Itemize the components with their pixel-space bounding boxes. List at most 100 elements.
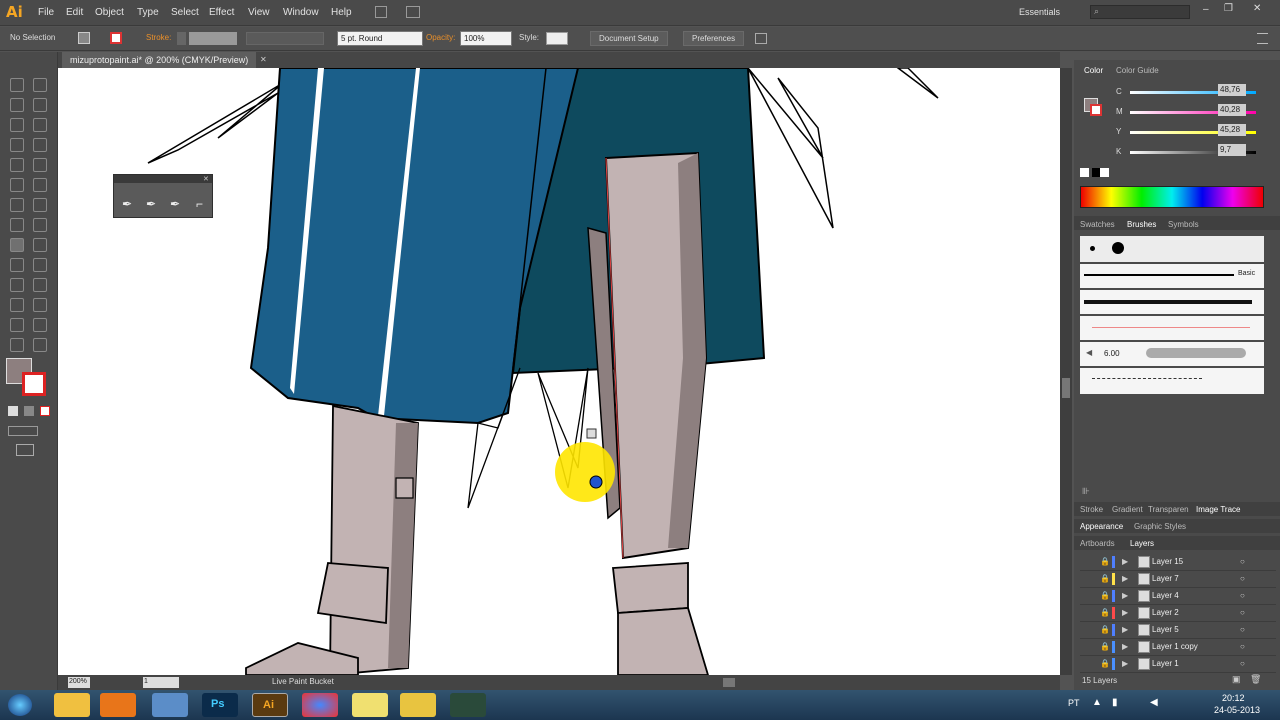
free-transform-tool-icon[interactable] [33, 218, 47, 232]
preferences-button[interactable]: Preferences [683, 31, 745, 46]
layer-name[interactable]: Layer 1 [1152, 659, 1179, 668]
tab-stroke[interactable]: Stroke [1080, 505, 1103, 514]
variable-width-profile[interactable] [246, 32, 324, 45]
blend-tool-icon[interactable] [33, 278, 47, 292]
none-mode-icon[interactable] [40, 406, 50, 416]
brush-tip-large[interactable] [1112, 242, 1124, 254]
layer-lock-icon[interactable]: 🔒 [1100, 659, 1110, 668]
layer-row[interactable]: 🔒 ▶ Layer 7 ○ [1080, 571, 1276, 588]
layer-expand-icon[interactable]: ▶ [1122, 608, 1128, 617]
slice-tool-icon[interactable] [33, 318, 47, 332]
menu-edit[interactable]: Edit [66, 7, 83, 18]
pen-tool-icon[interactable]: ✒ [122, 197, 132, 211]
channel-m-value[interactable]: 40,28 [1218, 104, 1246, 116]
layer-name[interactable]: Layer 5 [1152, 625, 1179, 634]
symbol-sprayer-tool-icon[interactable] [10, 298, 24, 312]
brush-definition-dropdown[interactable]: 5 pt. Round [337, 31, 423, 46]
layer-expand-icon[interactable]: ▶ [1122, 591, 1128, 600]
layer-lock-icon[interactable]: 🔒 [1100, 557, 1110, 566]
workspace-switcher[interactable]: Essentials [1019, 7, 1060, 17]
none-color-icon[interactable] [1080, 168, 1089, 177]
layer-target-icon[interactable]: ○ [1240, 642, 1245, 651]
rectangle-tool-icon[interactable] [33, 138, 47, 152]
lasso-tool-icon[interactable] [33, 98, 47, 112]
draw-mode-icon[interactable] [8, 426, 38, 436]
layer-lock-icon[interactable]: 🔒 [1100, 608, 1110, 617]
menu-type[interactable]: Type [137, 7, 159, 18]
shape-builder-tool-icon[interactable] [10, 238, 24, 252]
color-spectrum[interactable] [1080, 186, 1264, 208]
menu-help[interactable]: Help [331, 7, 352, 18]
blob-brush-tool-icon[interactable] [10, 178, 24, 192]
tab-color[interactable]: Color [1084, 66, 1103, 75]
brush-libraries-icon[interactable]: ⊪ [1082, 486, 1090, 497]
chrome-icon[interactable] [302, 693, 338, 717]
brush-arrow-row[interactable] [1080, 316, 1264, 340]
brush-tip-small[interactable] [1090, 246, 1095, 251]
layer-row[interactable]: 🔒 ▶ Layer 5 ○ [1080, 622, 1276, 639]
eraser-tool-icon[interactable] [33, 178, 47, 192]
layer-lock-icon[interactable]: 🔒 [1100, 591, 1110, 600]
fill-swatch[interactable] [78, 32, 90, 44]
layer-name[interactable]: Layer 2 [1152, 608, 1179, 617]
horizontal-scrollbar[interactable]: 200% 1 Live Paint Bucket [58, 675, 1060, 690]
layer-row[interactable]: 🔒 ▶ Layer 1 copy ○ [1080, 639, 1276, 656]
column-graph-tool-icon[interactable] [33, 298, 47, 312]
new-layer-icon[interactable]: ▣ [1232, 674, 1241, 685]
paintbrush-tool-icon[interactable] [10, 158, 24, 172]
type-tool-icon[interactable] [33, 118, 47, 132]
layer-row[interactable]: 🔒 ▶ Layer 1 ○ [1080, 656, 1276, 673]
vertical-scrollbar[interactable] [1060, 68, 1072, 675]
channel-c-value[interactable]: 48,76 [1218, 84, 1246, 96]
menu-file[interactable]: File [38, 7, 54, 18]
layer-target-icon[interactable]: ○ [1240, 591, 1245, 600]
bridge-icon[interactable] [375, 6, 387, 18]
layer-lock-icon[interactable]: 🔒 [1100, 642, 1110, 651]
layer-expand-icon[interactable]: ▶ [1122, 574, 1128, 583]
layer-row[interactable]: 🔒 ▶ Layer 4 ○ [1080, 588, 1276, 605]
vertical-scroll-thumb[interactable] [1062, 378, 1070, 398]
document-tab[interactable]: mizuprotopaint.ai* @ 200% (CMYK/Preview) [62, 52, 257, 68]
close-document-icon[interactable]: ✕ [260, 55, 267, 64]
tab-symbols[interactable]: Symbols [1168, 220, 1199, 229]
tab-appearance[interactable]: Appearance [1080, 522, 1123, 531]
menu-object[interactable]: Object [95, 7, 124, 18]
arrange-documents-icon[interactable] [406, 6, 420, 18]
color-stroke-icon[interactable] [1090, 104, 1102, 116]
menu-effect[interactable]: Effect [209, 7, 234, 18]
stroke-swatch[interactable] [110, 32, 122, 44]
layer-name[interactable]: Layer 4 [1152, 591, 1179, 600]
layer-expand-icon[interactable]: ▶ [1122, 557, 1128, 566]
opacity-label[interactable]: Opacity: [426, 33, 455, 42]
tray-arrow-icon[interactable]: ▲ [1092, 697, 1102, 708]
menu-window[interactable]: Window [283, 7, 319, 18]
width-tool-icon[interactable] [10, 218, 24, 232]
explorer-icon[interactable] [54, 693, 90, 717]
tray-volume-icon[interactable]: ◀ [1150, 697, 1158, 708]
channel-y-value[interactable]: 45,28 [1218, 124, 1246, 136]
layer-expand-icon[interactable]: ▶ [1122, 642, 1128, 651]
layer-name[interactable]: Layer 1 copy [1152, 642, 1198, 651]
artboard-canvas[interactable] [58, 68, 1060, 675]
screen-mode-icon[interactable] [16, 444, 34, 456]
pencil-tool-icon[interactable] [33, 158, 47, 172]
minimize-icon[interactable]: – [1203, 4, 1209, 15]
photoshop-icon[interactable]: Ps [202, 693, 238, 717]
media-player-icon[interactable] [100, 693, 136, 717]
pen-tool-icon[interactable] [10, 118, 24, 132]
palette-close-icon[interactable]: ✕ [203, 175, 209, 183]
start-button-icon[interactable] [8, 694, 32, 716]
clock-time[interactable]: 20:12 [1222, 693, 1245, 703]
close-icon[interactable]: ✕ [1253, 3, 1261, 14]
layer-lock-icon[interactable]: 🔒 [1100, 574, 1110, 583]
hand-tool-icon[interactable] [10, 338, 24, 352]
line-tool-icon[interactable] [10, 138, 24, 152]
artboard-number-field[interactable]: 1 [143, 677, 179, 688]
add-anchor-point-icon[interactable]: ✒ [146, 197, 156, 211]
horizontal-scroll-thumb[interactable] [723, 678, 735, 687]
stroke-label[interactable]: Stroke: [146, 33, 171, 42]
gradient-mode-icon[interactable] [24, 406, 34, 416]
layer-expand-icon[interactable]: ▶ [1122, 625, 1128, 634]
arrange-icon[interactable] [755, 33, 767, 44]
tab-layers[interactable]: Layers [1130, 539, 1154, 548]
